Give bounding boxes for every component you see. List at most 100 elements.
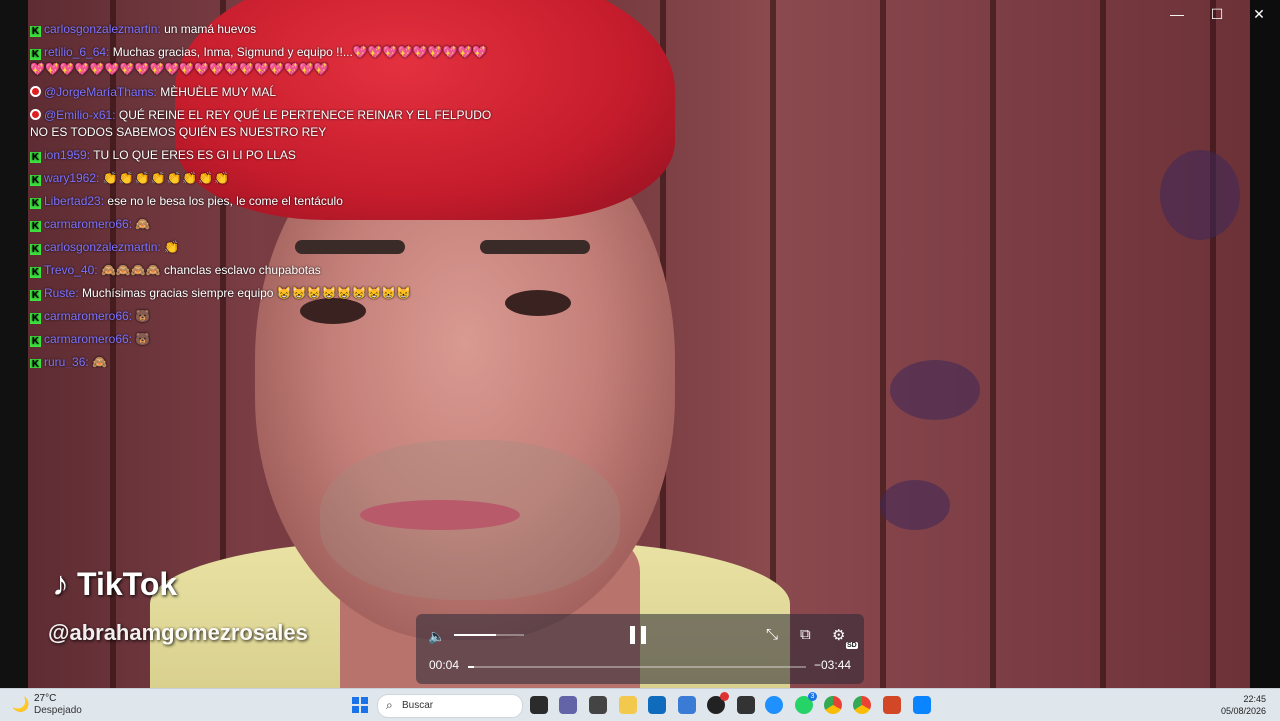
chat-message: K Ruste: Muchísimas gracias siempre equip… [30,286,412,301]
kick-badge-icon: K [30,175,41,186]
calculator-icon[interactable] [648,696,666,714]
chat-message: Kcarmaromero66: 🐻 [30,309,151,324]
chat-text: un mamá huevos [164,22,257,36]
close-button[interactable]: ✕ [1244,6,1274,23]
settings-gear-icon[interactable]: ⚙ [832,626,845,644]
chat-message: @Emilio-x61: QUÉ REINE EL REY QUÉ LE PER… [30,108,492,139]
chat-username: @JorgeMaríaThams [44,85,154,99]
kick-badge-icon: K [30,152,41,163]
person-mouth [360,500,520,530]
volume-slider[interactable] [454,634,524,636]
edge-icon[interactable] [765,696,783,714]
kick-badge-icon: K [30,198,41,209]
tiktok-brand-text: TikTok [77,566,178,602]
volume-icon[interactable]: 🔈 [428,628,445,645]
media-controls: 🔈 ⤡ ⧉ ⚙ SD 00:04 −03:44 [416,614,864,684]
teams-icon[interactable] [559,696,577,714]
obs-icon[interactable] [707,692,729,714]
chat-message: Kretilio_6_64: Muchas gracias, Inma, Sig… [30,45,488,76]
chat-message: Kcarmaromero66: 🐻 [30,332,151,347]
chat-username: Trevo_40 [44,263,95,277]
wood-knot [1160,150,1240,240]
chat-username: @Emilio-x61 [44,108,113,122]
chat-message: K Libertad23: ese no le besa los pies, le… [30,194,343,209]
chat-text: 🙈 [135,217,151,231]
wood-knot [880,480,950,530]
kick-badge-icon: K [30,313,41,324]
chat-username: ion1959 [44,148,87,162]
chat-message: Kcarlosgonzalezmartin: un mamá huevos [30,22,257,37]
chat-username: retilio_6_64 [44,45,107,59]
picture-in-picture-icon[interactable]: ⧉ [800,626,811,643]
youtube-badge-icon [30,109,41,120]
whatsapp-icon[interactable]: 3 [795,692,817,714]
start-button[interactable] [352,697,368,713]
chat-username: carmaromero66 [44,217,129,231]
chat-text: 👏 [164,240,180,254]
chat-username: carlosgonzalezmartin [44,22,158,36]
seek-bar[interactable] [468,666,806,668]
chat-message: @JorgeMaríaThams: MÈHUÈLE MUY MAĹ [30,81,500,104]
outlook-icon[interactable] [678,696,696,714]
chat-text: TU LO QUE ERES ES GI LI PO LLAS [93,148,296,162]
current-time: 00:04 [429,658,460,672]
whatsapp-badge: 3 [808,692,817,701]
chat-text: 🙈🙈🙈🙈 chanclas esclavo chupabotas [100,263,321,277]
exit-fullscreen-icon[interactable]: ⤡ [766,626,778,643]
chat-username: carlosgonzalezmartin [44,240,158,254]
notification-dot [720,692,729,701]
taskbar-search[interactable]: ⌕ Buscar [377,694,523,718]
kick-badge-icon: K [30,290,41,301]
kick-badge-icon: K [30,26,41,37]
youtube-badge-icon [30,86,41,97]
chat-message: K Trevo_40: 🙈🙈🙈🙈 chanclas esclavo chupabo… [30,263,321,278]
chat-message: Kruru_36: 🙈 [30,355,108,368]
active-app-icon[interactable] [913,696,931,714]
media-app-icon[interactable] [589,696,607,714]
chat-text: 👏👏👏👏👏👏👏👏 [102,171,231,185]
chat-username: ruru_36 [44,355,86,368]
chrome-profile-icon[interactable] [853,696,871,714]
video-right-letterbox [1250,0,1280,688]
moon-icon: 🌙 [12,696,30,712]
kick-badge-icon: K [30,221,41,232]
maximize-button[interactable]: ☐ [1202,6,1232,23]
chat-username: wary1962 [44,171,97,185]
search-icon: ⌕ [386,698,393,712]
chat-message: Kion1959: TU LO QUE ERES ES GI LI PO LLA… [30,148,296,163]
tiktok-logo: ♪ TikTok [52,565,177,604]
powerpoint-icon[interactable] [883,696,901,714]
chat-text: ese no le besa los pies, le come el tent… [107,194,343,208]
chat-username: carmaromero66 [44,332,129,346]
file-explorer-icon[interactable] [619,696,637,714]
remaining-time: −03:44 [814,658,852,672]
right-eye [505,290,571,316]
chat-text: Muchísimas gracias siempre equipo 😸😸😸😸😸😸… [82,286,412,300]
weather-temperature: 27°C [34,693,57,704]
minimize-button[interactable]: — [1162,6,1192,22]
kick-badge-icon: K [30,244,41,255]
wood-knot [890,360,980,420]
pause-button[interactable] [630,626,648,644]
kick-badge-icon: K [30,267,41,278]
weather-description: Despejado [34,705,82,716]
system-clock[interactable]: 22:45 05/08/2026 [1221,693,1266,717]
chat-username: Ruste [44,286,76,300]
pause-icon [630,626,635,644]
chat-text: 🐻 [135,309,151,323]
chat-message: Kcarlosgonzalezmartin: 👏 [30,240,180,255]
chat-text: MÈHUÈLE MUY MAĹ [160,85,277,99]
task-view-icon[interactable] [530,696,548,714]
music-note-icon: ♪ [52,565,69,603]
tiktok-handle: @abrahamgomezrosales [48,620,308,645]
video-left-letterbox [0,0,28,688]
taskbar: 🌙 27°C Despejado ⌕ Buscar 3 22:45 05/08/… [0,688,1280,721]
chat-message: Kcarmaromero66: 🙈 [30,217,151,232]
chat-text: 🙈 [92,355,108,368]
chat-username: carmaromero66 [44,309,129,323]
live-chat-overlay: Kcarlosgonzalezmartin: un mamá huevos Kr… [30,18,500,368]
unity-icon[interactable] [737,696,755,714]
chat-message: Kwary1962: 👏👏👏👏👏👏👏👏 [30,171,231,186]
chrome-icon[interactable] [824,696,842,714]
clock-time: 22:45 [1243,694,1266,704]
